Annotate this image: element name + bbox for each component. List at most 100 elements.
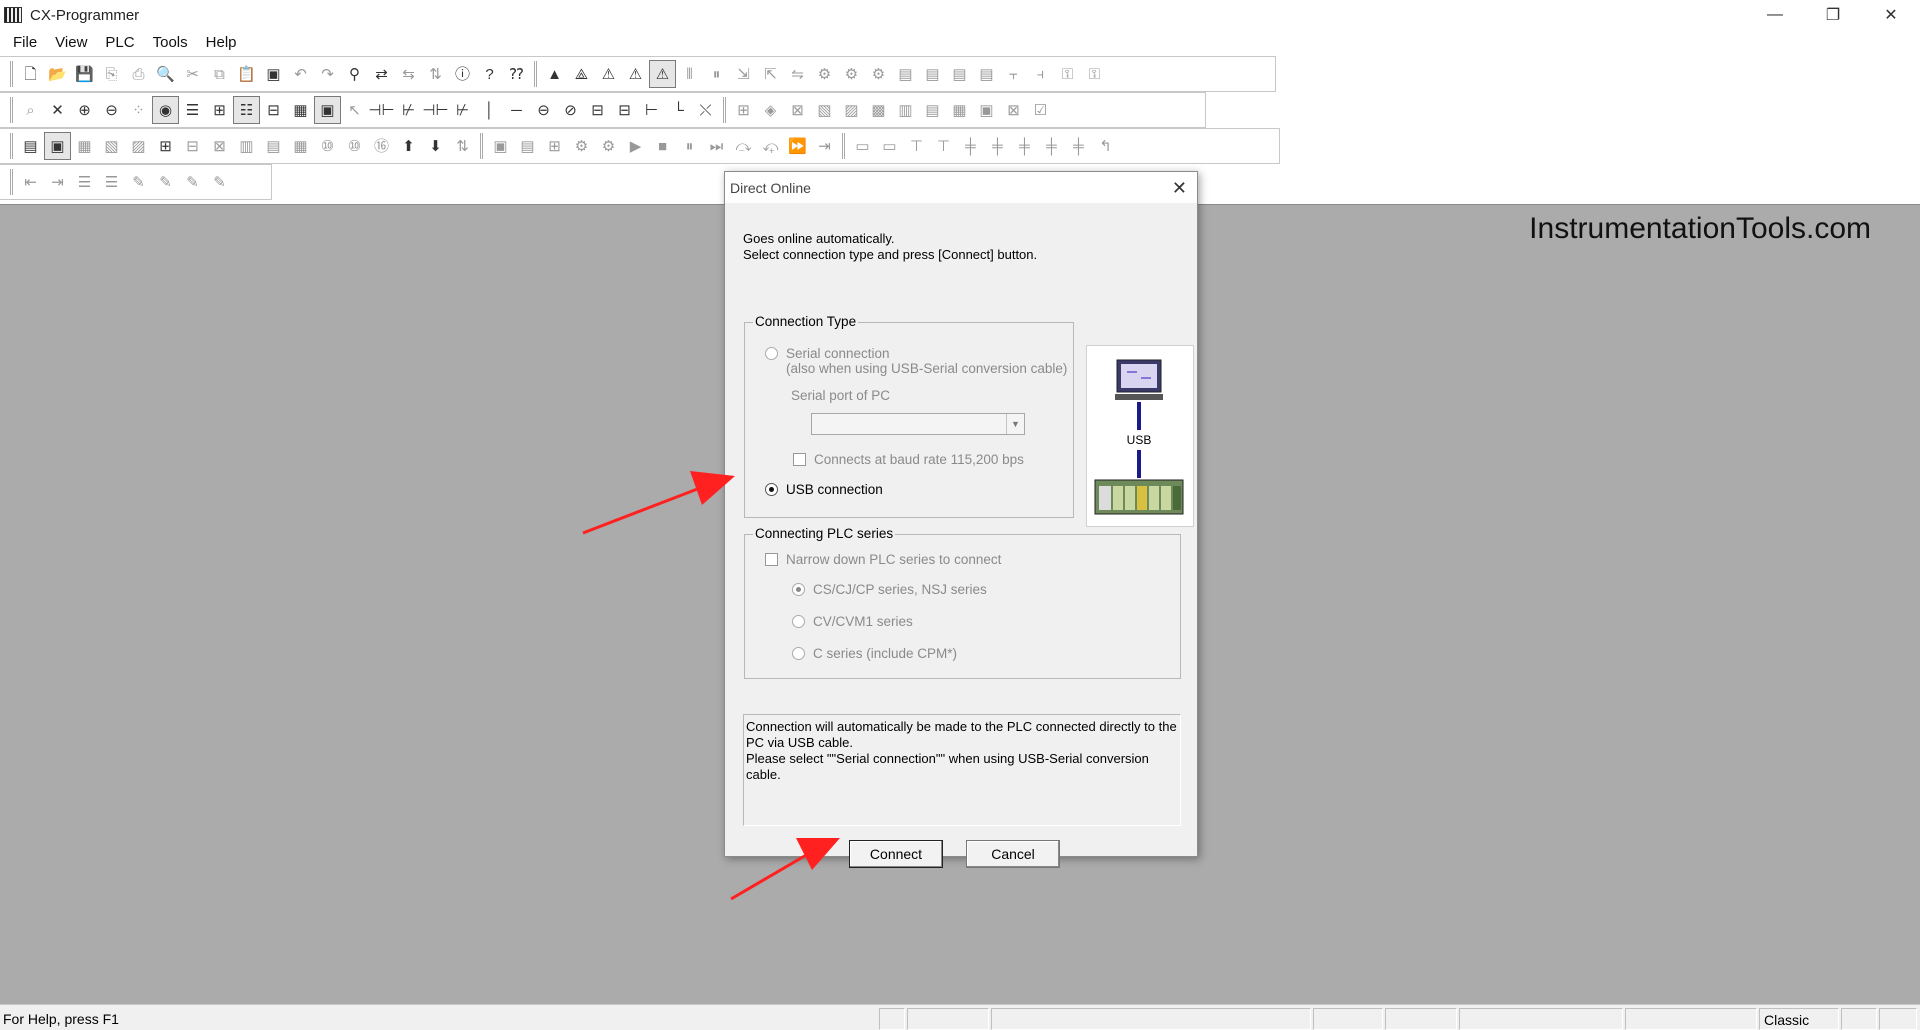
toolbar-grip[interactable] xyxy=(534,61,537,87)
toolbar-grip[interactable] xyxy=(10,169,13,195)
zoom-out-icon[interactable]: ⊖ xyxy=(98,96,125,124)
baud-rate-check[interactable] xyxy=(793,453,806,466)
menu-plc[interactable]: PLC xyxy=(96,34,143,51)
uncomment-block-icon[interactable]: ☰ xyxy=(98,168,125,196)
plc-series-option-c[interactable]: C series (include CPM*) xyxy=(792,646,957,661)
paste-special-icon[interactable]: ▣ xyxy=(260,60,287,88)
find-icon[interactable]: ⚲ xyxy=(341,60,368,88)
plc-clock-icon[interactable]: ▤ xyxy=(919,60,946,88)
debug-mode-icon[interactable]: ⚙ xyxy=(838,60,865,88)
sfc-icon[interactable]: ▦ xyxy=(287,96,314,124)
branch-icon[interactable]: ╪ xyxy=(957,132,984,160)
cs-radio-circle[interactable] xyxy=(792,583,805,596)
line-delete-icon[interactable]: ⤬ xyxy=(692,96,719,124)
monitor-window-icon[interactable]: ⊞ xyxy=(206,96,233,124)
step-out-icon[interactable]: ⤽ xyxy=(757,132,784,160)
print-icon[interactable]: ⎙ xyxy=(125,60,152,88)
cross-reference-icon[interactable]: ⇆ xyxy=(395,60,422,88)
transfer-from-plc-icon[interactable]: ⇱ xyxy=(757,60,784,88)
toolbar-grip[interactable] xyxy=(10,61,13,87)
memory-card-icon[interactable]: ⊠ xyxy=(1000,96,1027,124)
run-to-end-icon[interactable]: ⇥ xyxy=(811,132,838,160)
data-view-icon[interactable]: ▤ xyxy=(260,132,287,160)
online-warning-icon[interactable]: ⚠ xyxy=(595,60,622,88)
section-icon[interactable]: ⊟ xyxy=(179,132,206,160)
online-edit-icon[interactable]: ▧ xyxy=(811,96,838,124)
paste-icon[interactable]: 📋 xyxy=(233,60,260,88)
info-textbox[interactable]: Connection will automatically be made to… xyxy=(743,714,1181,826)
undo-icon[interactable]: ↶ xyxy=(287,60,314,88)
restore-button[interactable]: ❐ xyxy=(1804,0,1862,30)
pt-instruction-icon[interactable]: ⊟ xyxy=(611,96,638,124)
force-on-icon[interactable]: ⫟ xyxy=(1000,60,1027,88)
dialog-close-icon[interactable]: ✕ xyxy=(1172,178,1187,199)
plc-series-option-cv[interactable]: CV/CVM1 series xyxy=(792,614,913,629)
bookmark-next-icon[interactable]: ✎ xyxy=(152,168,179,196)
menu-tools[interactable]: Tools xyxy=(144,34,197,51)
menu-help[interactable]: Help xyxy=(197,34,246,51)
connect-button[interactable]: Connect xyxy=(849,840,943,868)
network-icon[interactable]: ⊤ xyxy=(903,132,930,160)
vertical-line-icon[interactable]: │ xyxy=(476,96,503,124)
info-icon[interactable]: ⓘ xyxy=(449,60,476,88)
narrow-down-check[interactable] xyxy=(765,553,778,566)
c-radio-circle[interactable] xyxy=(792,647,805,660)
zoom-icon[interactable]: ⌕ xyxy=(17,96,44,124)
compare-icon[interactable]: ⎘ xyxy=(98,60,125,88)
pause-icon[interactable]: ⏸ xyxy=(676,132,703,160)
task-list-icon[interactable]: ▤ xyxy=(514,132,541,160)
memory-icon[interactable]: ▤ xyxy=(946,60,973,88)
context-help-icon[interactable]: ⁇ xyxy=(503,60,530,88)
ladder-view-icon[interactable]: ☷ xyxy=(233,96,260,124)
outdent-icon[interactable]: ⇥ xyxy=(44,168,71,196)
monitor-mode-icon[interactable]: ⚙ xyxy=(865,60,892,88)
comment-block-icon[interactable]: ☰ xyxy=(71,168,98,196)
minimize-button[interactable]: — xyxy=(1746,0,1804,30)
hex-1010-icon[interactable]: ⑩ xyxy=(341,132,368,160)
bookmark-prev-icon[interactable]: ✎ xyxy=(179,168,206,196)
play-icon[interactable]: ▶ xyxy=(622,132,649,160)
bookmark-icon[interactable]: ✎ xyxy=(125,168,152,196)
zoom-in-icon[interactable]: ⊕ xyxy=(71,96,98,124)
transfer-to-plc-icon[interactable]: ⇲ xyxy=(730,60,757,88)
menu-view[interactable]: View xyxy=(46,34,96,51)
show-comments-icon[interactable]: ◉ xyxy=(152,96,179,124)
diff-monitor-icon[interactable]: ▤ xyxy=(919,96,946,124)
hex-10-icon[interactable]: ⑩ xyxy=(314,132,341,160)
closed-coil-icon[interactable]: ⊘ xyxy=(557,96,584,124)
close-window-button[interactable]: ✕ xyxy=(1862,0,1920,30)
chevron-down-icon[interactable]: ▼ xyxy=(1006,414,1024,434)
io-table-icon[interactable]: ▤ xyxy=(973,60,1000,88)
sim-debug-icon[interactable]: ⚙ xyxy=(568,132,595,160)
serial-radio-circle[interactable] xyxy=(765,347,778,360)
compare-plc-icon[interactable]: ⇋ xyxy=(784,60,811,88)
io-comment-icon[interactable]: ⊞ xyxy=(152,132,179,160)
save-icon[interactable]: 💾 xyxy=(71,60,98,88)
contact-or-icon[interactable]: ⊣⊢ xyxy=(422,96,449,124)
copy-icon[interactable]: ⧉ xyxy=(206,60,233,88)
fb-call-icon[interactable]: ◈ xyxy=(757,96,784,124)
cancel-button[interactable]: Cancel xyxy=(966,840,1060,868)
run-mode-icon[interactable]: ▤ xyxy=(892,60,919,88)
baud-rate-checkbox[interactable]: Connects at baud rate 115,200 bps xyxy=(793,452,1024,467)
direct-online-icon[interactable]: ⚠ xyxy=(622,60,649,88)
online-cancel-icon[interactable]: ▨ xyxy=(838,96,865,124)
replace-icon[interactable]: ⇄ xyxy=(368,60,395,88)
menu-file[interactable]: File xyxy=(4,34,46,51)
mnemonic-view-icon[interactable]: ⊟ xyxy=(260,96,287,124)
table-view-icon[interactable]: ▦ xyxy=(287,132,314,160)
error-log-icon[interactable]: ☑ xyxy=(1027,96,1054,124)
online-transfer-icon[interactable]: ▥ xyxy=(892,96,919,124)
branch4-icon[interactable]: ╪ xyxy=(1038,132,1065,160)
data-trace-icon[interactable]: ▦ xyxy=(946,96,973,124)
branch2-icon[interactable]: ╪ xyxy=(984,132,1011,160)
symbol-window-icon[interactable]: ▨ xyxy=(125,132,152,160)
branch3-icon[interactable]: ╪ xyxy=(1011,132,1038,160)
memory-view-icon[interactable]: ▥ xyxy=(233,132,260,160)
function-block-icon[interactable]: ⊞ xyxy=(730,96,757,124)
node-icon[interactable]: ⊤ xyxy=(930,132,957,160)
bit-contact-icon[interactable]: ⊢ xyxy=(638,96,665,124)
address-window-icon[interactable]: ▧ xyxy=(98,132,125,160)
toolbar-grip[interactable] xyxy=(480,133,483,159)
download-icon[interactable]: ⬇ xyxy=(422,132,449,160)
